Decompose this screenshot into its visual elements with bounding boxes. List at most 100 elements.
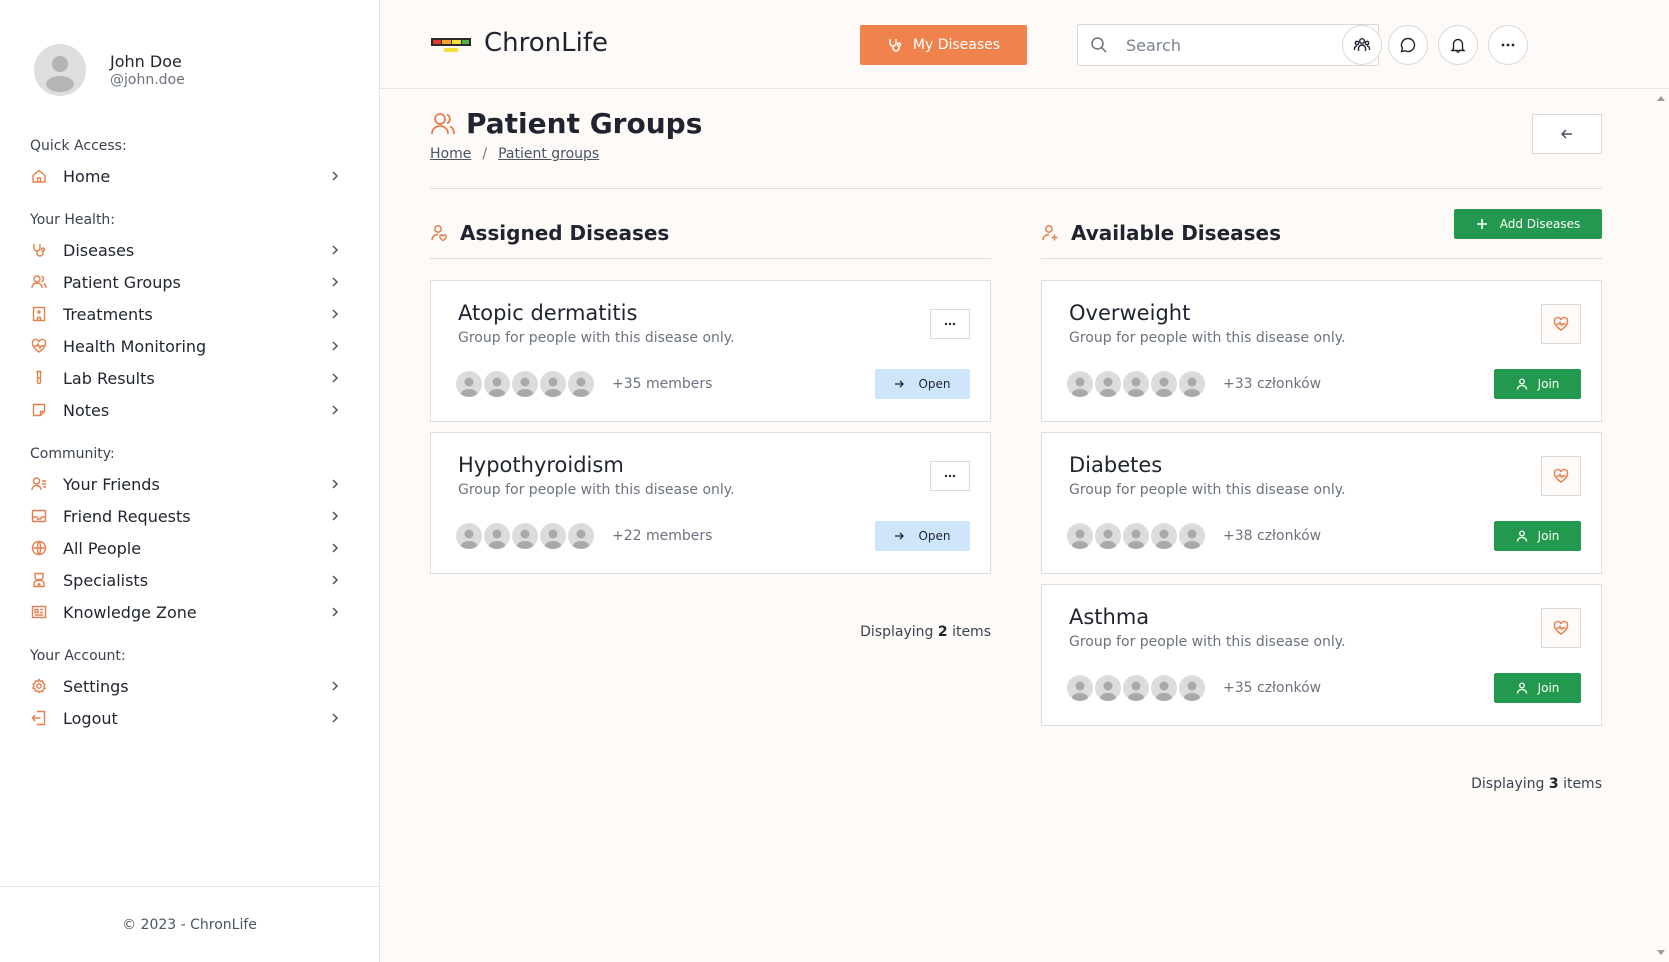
breadcrumb-patient-groups[interactable]: Patient groups — [498, 146, 599, 162]
scroll-down-arrow[interactable] — [1657, 950, 1665, 955]
disease-card-hypothyroidism: Hypothyroidism Group for people with thi… — [430, 432, 991, 574]
join-button[interactable]: Join — [1494, 521, 1581, 551]
back-button[interactable] — [1532, 114, 1602, 154]
sidebar-item-friend-requests[interactable]: Friend Requests — [30, 500, 342, 532]
brand-logo[interactable]: ChronLife — [430, 28, 608, 58]
section-title: Available Diseases — [1071, 220, 1281, 245]
sidebar: John Doe @john.doe Quick Access: Home Yo… — [0, 0, 380, 962]
sidebar-item-patient-groups[interactable]: Patient Groups — [30, 266, 342, 298]
member-avatars: +35 członków — [1065, 673, 1321, 703]
avatar — [510, 521, 540, 551]
display-prefix: Displaying — [1471, 776, 1545, 792]
sidebar-item-home[interactable]: Home — [30, 160, 342, 192]
nav-section-title: Quick Access: — [30, 138, 127, 154]
member-count: +38 członków — [1223, 528, 1322, 544]
note-icon — [30, 401, 48, 419]
search-icon — [1091, 37, 1107, 53]
avatar — [1177, 673, 1207, 703]
plus-icon — [1476, 219, 1487, 229]
chat-bubble-icon — [1400, 37, 1416, 53]
avatar — [1177, 521, 1207, 551]
add-diseases-button[interactable]: Add Diseases — [1454, 209, 1602, 239]
nav-section-your-health: Your Health: Diseases Patient Groups Tre… — [30, 212, 342, 426]
users-icon — [431, 112, 455, 134]
heart-pulse-icon — [1553, 620, 1569, 635]
user-handle: @john.doe — [110, 72, 185, 88]
avatar — [566, 521, 596, 551]
join-button[interactable]: Join — [1494, 673, 1581, 703]
user-icon — [1516, 378, 1527, 390]
ellipsis-icon — [944, 322, 956, 326]
favorite-button[interactable] — [1541, 304, 1581, 344]
card-title: Atopic dermatitis — [458, 301, 638, 325]
sidebar-item-specialists[interactable]: Specialists — [30, 564, 342, 596]
nav-section-title: Your Health: — [30, 212, 116, 228]
display-suffix: items — [1563, 776, 1602, 792]
avatar — [1065, 673, 1095, 703]
open-button[interactable]: Open — [875, 369, 970, 399]
chevron-right-icon — [332, 575, 339, 585]
card-title: Hypothyroidism — [458, 453, 624, 477]
community-button[interactable] — [1342, 25, 1382, 65]
breadcrumb-home[interactable]: Home — [430, 146, 471, 162]
home-icon — [30, 167, 48, 185]
sidebar-item-all-people[interactable]: All People — [30, 532, 342, 564]
member-avatars: +38 członków — [1065, 521, 1321, 551]
favorite-button[interactable] — [1541, 456, 1581, 496]
chevron-right-icon — [332, 309, 339, 319]
sidebar-item-label: Specialists — [63, 570, 149, 590]
newspaper-icon — [30, 603, 48, 621]
messages-button[interactable] — [1388, 25, 1428, 65]
chevron-right-icon — [332, 405, 339, 415]
avatar — [538, 521, 568, 551]
join-button[interactable]: Join — [1494, 369, 1581, 399]
card-description: Group for people with this disease only. — [1069, 330, 1346, 346]
sidebar-item-label: Treatments — [63, 304, 153, 324]
chevron-right-icon — [332, 543, 339, 553]
logout-icon — [30, 709, 48, 727]
sidebar-item-treatments[interactable]: Treatments — [30, 298, 342, 330]
avatar — [1121, 673, 1151, 703]
sidebar-item-label: Notes — [63, 400, 110, 420]
display-count: 3 — [1548, 776, 1559, 792]
sidebar-item-label: Knowledge Zone — [63, 602, 197, 622]
ellipsis-icon — [1501, 43, 1515, 47]
logo-icon — [431, 38, 471, 52]
search-input[interactable] — [1126, 35, 1346, 55]
sidebar-item-lab-results[interactable]: Lab Results — [30, 362, 342, 394]
sidebar-item-diseases[interactable]: Diseases — [30, 234, 342, 266]
bell-icon — [1450, 38, 1466, 53]
search-box[interactable] — [1077, 24, 1379, 66]
sidebar-item-label: All People — [63, 538, 142, 558]
sidebar-item-settings[interactable]: Settings — [30, 670, 342, 702]
sidebar-item-label: Patient Groups — [63, 272, 181, 292]
test-tube-icon — [30, 369, 48, 387]
favorite-button[interactable] — [1541, 608, 1581, 648]
sidebar-item-logout[interactable]: Logout — [30, 702, 342, 734]
sidebar-item-health-monitoring[interactable]: Health Monitoring — [30, 330, 342, 362]
sidebar-nav: Quick Access: Home Your Health: Diseases… — [30, 138, 342, 754]
stethoscope-icon — [889, 39, 902, 52]
my-diseases-button[interactable]: My Diseases — [860, 25, 1027, 65]
scroll-up-arrow[interactable] — [1657, 96, 1665, 101]
heart-pulse-icon — [1553, 468, 1569, 483]
scrollbar[interactable] — [1652, 89, 1669, 962]
chevron-right-icon — [332, 713, 339, 723]
sidebar-item-label: Logout — [63, 708, 118, 728]
sidebar-item-your-friends[interactable]: Your Friends — [30, 468, 342, 500]
more-button[interactable] — [1488, 25, 1528, 65]
avatar — [1093, 673, 1123, 703]
card-menu-button[interactable] — [930, 309, 970, 339]
join-label: Join — [1537, 377, 1560, 391]
notifications-button[interactable] — [1438, 25, 1478, 65]
open-button[interactable]: Open — [875, 521, 970, 551]
avatar — [1149, 521, 1179, 551]
card-menu-button[interactable] — [930, 461, 970, 491]
card-title: Asthma — [1069, 605, 1150, 629]
sidebar-item-knowledge-zone[interactable]: Knowledge Zone — [30, 596, 342, 628]
member-avatars: +35 members — [454, 369, 712, 399]
page-header: Patient Groups Home / Patient groups — [430, 107, 1602, 189]
user-profile[interactable]: John Doe @john.doe — [34, 44, 185, 96]
sidebar-item-notes[interactable]: Notes — [30, 394, 342, 426]
join-label: Join — [1537, 529, 1560, 543]
